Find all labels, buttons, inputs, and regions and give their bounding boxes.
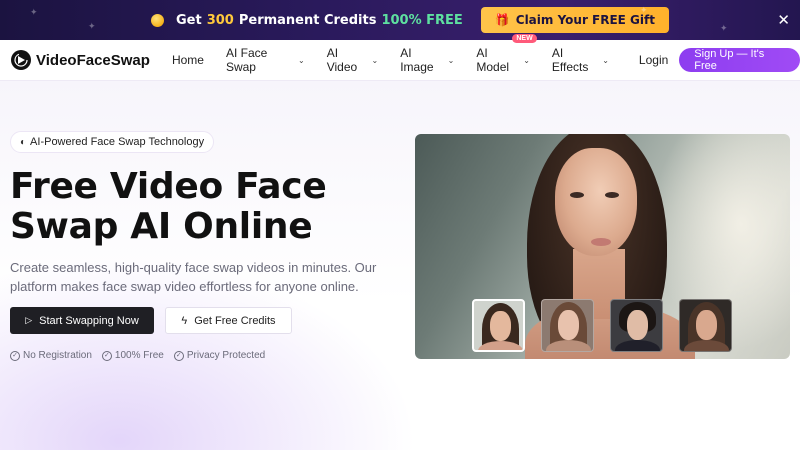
chevron-down-icon: ⌄ [602,55,609,65]
thumb-face [696,310,717,340]
lightning-icon: ϟ [181,314,188,327]
nav-item-label: AI Model [476,46,510,74]
signup-button[interactable]: Sign Up — It's Free [679,48,800,72]
trust-label: 100% Free [114,350,164,361]
nav-item-label: AI Video [326,46,358,74]
new-badge: NEW [512,34,537,43]
check-circle-icon: ✓ [173,350,184,361]
promo-credits-amount: 300 [206,12,234,28]
page-title: Free Video Face Swap AI Online [10,166,327,247]
promo-text-middle: Permanent Credits [238,12,377,28]
model-eye [570,192,584,198]
trust-indicators: ✓ No Registration ✓ 100% Free ✓ Privacy … [10,350,265,361]
nav-item-label: AI Effects [551,46,589,74]
thumb-body [615,340,660,351]
nav-item-ai-face-swap[interactable]: AI Face Swap ⌄ [226,46,305,74]
nav-item-label: AI Image [400,46,434,74]
trust-label: No Registration [23,350,92,361]
trust-label: Privacy Protected [186,350,266,361]
promo-free-label: 100% FREE [381,12,463,28]
top-nav: VideoFaceSwap Home AI Face Swap ⌄ AI Vid… [0,34,800,81]
coin-icon [151,13,164,27]
promo-text-prefix: Get [176,12,202,28]
face-thumbnail-3[interactable] [610,299,663,352]
claim-gift-label: Claim Your FREE Gift [515,13,655,27]
play-icon: ▷ [25,315,33,325]
sparkle-icon: ✦ [720,24,728,34]
face-thumbnails [472,299,732,352]
trust-item-no-registration: ✓ No Registration [10,350,92,361]
face-thumbnail-2[interactable] [541,299,594,352]
check-circle-icon: ✓ [101,350,112,361]
promo-text: Get 300 Permanent Credits 100% FREE [176,13,463,28]
get-free-credits-button[interactable]: ϟ Get Free Credits [165,307,292,334]
chevron-down-icon: ⌄ [523,55,530,65]
model-lips [591,238,611,246]
nav-item-ai-model[interactable]: AI Model ⌄ NEW [476,34,537,74]
brand-name: VideoFaceSwap [36,51,150,69]
face-thumbnail-1[interactable] [472,299,525,352]
nav-item-ai-effects[interactable]: AI Effects ⌄ [552,46,609,74]
start-swapping-button[interactable]: ▷ Start Swapping Now [10,307,154,334]
chevron-down-icon: ⌄ [371,55,379,65]
feature-badge-label: AI-Powered Face Swap Technology [30,136,205,148]
sparkle-icon: ✦ [640,6,648,16]
model-eye [605,192,619,198]
nav-item-label: AI Face Swap [225,46,268,74]
start-swapping-label: Start Swapping Now [39,314,139,327]
nav-item-home[interactable]: Home [172,53,204,67]
thumb-face [558,310,579,340]
face-swap-preview [415,134,790,359]
gift-icon: 🎁 [494,13,510,27]
signup-label: Sign Up — It's Free [694,48,765,72]
sparkle-icon: ✦ [30,8,38,18]
chevron-down-icon: ⌄ [447,55,455,65]
nav-item-label: Home [171,53,204,67]
thumb-face [490,311,511,341]
login-link[interactable]: Login [639,53,668,67]
hero-subtitle: Create seamless, high-quality face swap … [10,260,377,294]
chevron-down-icon: ⌄ [298,55,305,65]
promo-banner: ✦ ✦ ✦ ✦ Get 300 Permanent Credits 100% F… [0,0,800,40]
hero-section: ◐ AI-Powered Face Swap Technology Free V… [0,81,800,450]
get-free-credits-label: Get Free Credits [194,314,276,327]
logo-icon [11,50,31,70]
face-thumbnail-4[interactable] [679,299,732,352]
nav-item-ai-image[interactable]: AI Image ⌄ [400,46,454,74]
trust-item-privacy: ✓ Privacy Protected [173,350,266,361]
feature-badge: ◐ AI-Powered Face Swap Technology [10,131,215,153]
sparkle-icon: ◐ [20,136,27,148]
thumb-face [627,310,648,340]
check-circle-icon: ✓ [10,350,20,361]
trust-item-free: ✓ 100% Free [101,350,164,361]
nav-item-ai-video[interactable]: AI Video ⌄ [327,46,379,74]
close-icon[interactable]: ✕ [777,11,790,29]
nav-links: Home AI Face Swap ⌄ AI Video ⌄ AI Image … [172,34,631,74]
brand-logo[interactable]: VideoFaceSwap [11,50,150,70]
sparkle-icon: ✦ [88,22,96,32]
